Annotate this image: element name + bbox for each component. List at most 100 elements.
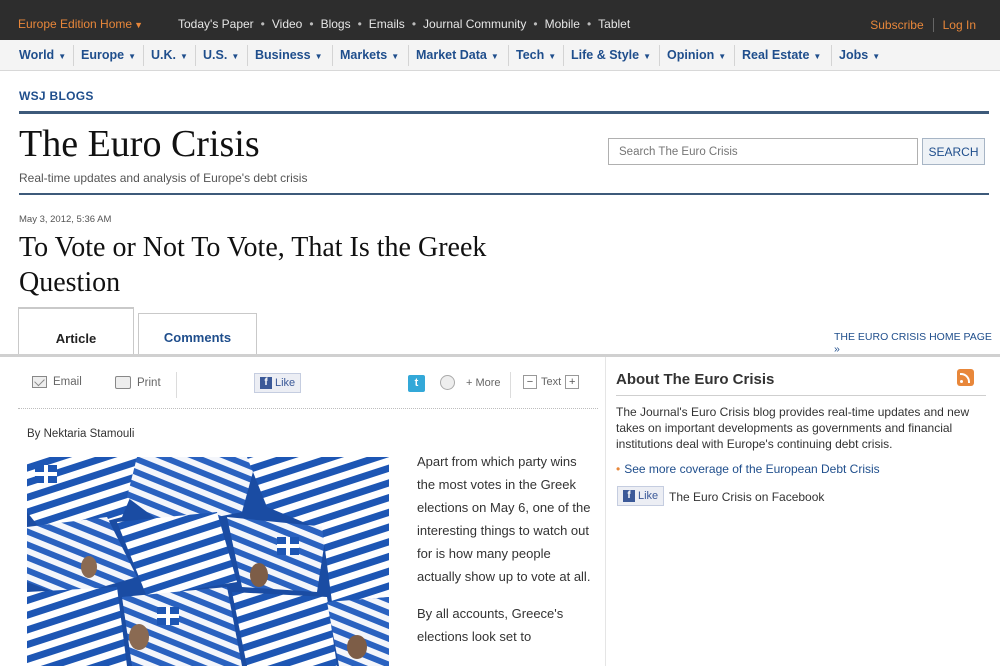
divider (19, 111, 989, 114)
top-link-todays-paper[interactable]: Today's Paper (178, 17, 254, 31)
rss-icon[interactable] (957, 369, 974, 386)
top-link-journal-community[interactable]: Journal Community (423, 17, 526, 31)
facebook-page-label: The Euro Crisis on Facebook (669, 490, 825, 504)
chevron-down-icon: ▼ (548, 52, 557, 61)
divider (510, 372, 511, 398)
bullet-icon: • (616, 462, 621, 476)
chevron-down-icon: ▼ (643, 52, 651, 61)
chevron-down-icon: ▼ (391, 52, 400, 61)
divider (563, 45, 564, 66)
nav-item-jobs[interactable]: Jobs ▼ (839, 48, 880, 62)
nav-item-market-data[interactable]: Market Data ▼ (416, 48, 499, 62)
divider (659, 45, 660, 66)
divider (143, 45, 144, 66)
nav-item-tech[interactable]: Tech ▼ (516, 48, 556, 62)
european-debt-crisis-link[interactable]: • See more coverage of the European Debt … (616, 462, 880, 476)
separator-dot: • (260, 17, 265, 31)
nav-item-europe[interactable]: Europe ▼ (81, 48, 136, 62)
wsj-blogs-link[interactable]: WSJ BLOGS (19, 89, 94, 103)
top-links: Today's Paper • Video • Blogs • Emails • Jou… (178, 17, 630, 31)
separator-dot: • (533, 17, 538, 31)
text-decrease-button[interactable]: − (523, 375, 537, 389)
top-bar: Europe Edition Home ▼ Today's Paper • Vide… (0, 0, 1000, 40)
facebook-like-button[interactable]: f Like (617, 486, 665, 506)
edition-home-link[interactable]: Europe Edition Home ▼ (18, 17, 143, 31)
divider (408, 45, 409, 66)
tab-comments[interactable]: Comments (138, 313, 257, 355)
post-timestamp: May 3, 2012, 5:36 AM (19, 214, 112, 225)
sidebar-description: The Journal's Euro Crisis blog provides … (616, 405, 970, 451)
divider (19, 193, 989, 195)
main-nav: World ▼ Europe ▼ U.K. ▼ U.S. ▼ Business ▼ Mar… (0, 40, 1000, 71)
top-link-blogs[interactable]: Blogs (321, 17, 351, 31)
blog-home-page-link[interactable]: THE EURO CRISIS HOME PAGE » (834, 331, 1000, 355)
text-increase-button[interactable]: + (565, 375, 580, 389)
nav-item-life-style[interactable]: Life & Style ▼ (571, 48, 651, 62)
separator-dot: • (357, 17, 362, 31)
login-link[interactable]: Log In (943, 18, 976, 32)
share-icon[interactable] (440, 375, 455, 390)
greek-flags-crowd-image (27, 457, 389, 666)
divider (247, 45, 248, 66)
nav-item-opinion[interactable]: Opinion ▼ (667, 48, 726, 62)
text-size-control: − Text + (523, 375, 580, 389)
article-paragraph: By all accounts, Greece's elections look… (417, 606, 564, 644)
divider (508, 45, 509, 66)
separator-dot: • (586, 17, 592, 31)
article-photo (27, 457, 389, 666)
divider (73, 45, 74, 66)
top-link-mobile[interactable]: Mobile (545, 17, 580, 31)
nav-item-world[interactable]: World ▼ (19, 48, 66, 62)
nav-item-business[interactable]: Business ▼ (255, 48, 323, 62)
subscribe-link[interactable]: Subscribe (870, 18, 923, 32)
blog-tagline: Real-time updates and analysis of Europe… (19, 171, 308, 185)
chevron-down-icon: ▼ (180, 52, 188, 61)
facebook-icon: f (260, 377, 272, 389)
email-button[interactable]: Email (32, 376, 82, 388)
divider (176, 372, 177, 398)
chevron-down-icon: ▼ (58, 52, 67, 61)
nav-item-us[interactable]: U.S. ▼ (203, 48, 239, 62)
divider (18, 408, 598, 409)
facebook-icon: f (623, 490, 635, 502)
byline: By Nektaria Stamouli (27, 428, 135, 440)
account-links: Subscribe Log In (870, 18, 976, 32)
post-title: To Vote or Not To Vote, That Is the Gree… (19, 232, 487, 298)
chevron-down-icon: ▼ (813, 52, 822, 61)
nav-item-markets[interactable]: Markets ▼ (340, 48, 399, 62)
print-icon (115, 376, 131, 389)
top-link-emails[interactable]: Emails (369, 17, 405, 31)
separator-dot: • (309, 17, 314, 31)
text-size-label: Text (541, 376, 562, 388)
chevron-down-icon: ▼ (718, 52, 727, 61)
article-paragraph: Apart from which party wins the most vot… (417, 454, 591, 584)
top-link-video[interactable]: Video (272, 17, 302, 31)
search-button[interactable]: SEARCH (922, 138, 985, 165)
sidebar-title: About The Euro Crisis (616, 371, 775, 388)
nav-item-real-estate[interactable]: Real Estate ▼ (742, 48, 821, 62)
divider (616, 395, 986, 396)
top-link-tablet[interactable]: Tablet (598, 17, 630, 31)
divider (932, 18, 934, 32)
divider (734, 45, 735, 66)
divider (195, 45, 196, 66)
email-icon (32, 376, 47, 388)
divider (332, 45, 333, 66)
search-input[interactable] (608, 138, 918, 165)
more-share-button[interactable]: + More (466, 377, 501, 389)
chevron-down-icon: ▼ (490, 52, 499, 61)
chevron-down-icon: ▼ (128, 52, 136, 61)
separator-dot: • (411, 17, 417, 31)
article-tools: Email Print f Like t + More − Text + (18, 364, 598, 404)
nav-item-uk[interactable]: U.K. ▼ (151, 48, 188, 62)
divider (605, 357, 606, 666)
article-body: Apart from which party wins the most vot… (417, 450, 597, 648)
tab-article[interactable]: Article (18, 307, 134, 355)
blog-title[interactable]: The Euro Crisis (19, 122, 260, 166)
divider (831, 45, 832, 66)
facebook-like-button[interactable]: f Like (254, 373, 302, 393)
print-button[interactable]: Print (115, 376, 161, 389)
chevron-down-icon: ▼ (872, 52, 881, 61)
twitter-icon[interactable]: t (408, 375, 425, 392)
chevron-down-icon: ▼ (134, 20, 143, 30)
